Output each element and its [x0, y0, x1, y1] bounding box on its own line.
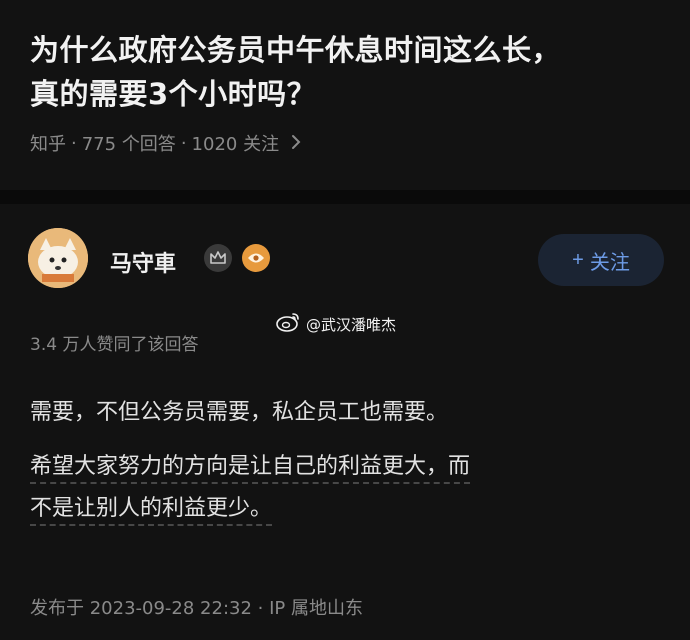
weibo-icon — [276, 312, 300, 336]
answer-paragraph-2-line-1: 希望大家努力的方向是让自己的利益更大，而 — [30, 454, 471, 484]
source-label: 知乎 — [30, 134, 66, 155]
answer-paragraph-1: 需要，不但公务员需要，私企员工也需要。 — [30, 400, 449, 425]
eye-badge-icon[interactable] — [242, 244, 270, 272]
post-timestamp: 发布于 2023-09-28 22:32 · IP 属地山东 — [30, 598, 363, 619]
avatar[interactable] — [28, 228, 88, 288]
plus-icon: + — [572, 248, 584, 271]
question-title-line-1: 为什么政府公务员中午休息时间这么长， — [30, 33, 562, 67]
question-meta[interactable]: 知乎 · 775 个回答 · 1020 关注 — [30, 130, 301, 156]
follow-button[interactable]: + 关注 — [538, 234, 664, 286]
answer-body: 需要，不但公务员需要，私企员工也需要。 希望大家努力的方向是让自己的利益更大，而… — [30, 392, 650, 530]
section-divider — [0, 190, 690, 204]
chevron-right-icon[interactable] — [291, 131, 301, 155]
follow-label: 关注 — [589, 251, 630, 274]
answer-count: 775 个回答 — [81, 134, 176, 155]
watermark: @武汉潘唯杰 — [276, 312, 396, 336]
watermark-text: @武汉潘唯杰 — [306, 315, 397, 334]
upvote-note: 3.4 万人赞同了该回答 — [30, 335, 199, 355]
meta-separator: · — [71, 132, 77, 154]
author-name[interactable]: 马守車 — [110, 246, 176, 278]
question-header: 为什么政府公务员中午休息时间这么长， 真的需要3个小时吗？ — [30, 28, 650, 116]
follower-count: 1020 关注 — [191, 134, 280, 155]
crown-badge-icon[interactable] — [204, 244, 232, 272]
question-title[interactable]: 为什么政府公务员中午休息时间这么长， 真的需要3个小时吗？ — [30, 28, 650, 116]
answer-paragraph-2-line-2: 不是让别人的利益更少。 — [30, 496, 273, 526]
question-title-line-2: 真的需要3个小时吗？ — [30, 77, 317, 111]
answer-paragraph-2: 希望大家努力的方向是让自己的利益更大，而 不是让别人的利益更少。 — [30, 446, 650, 530]
meta-separator: · — [180, 132, 187, 154]
author-row: 马守車 + 关注 — [28, 228, 668, 298]
